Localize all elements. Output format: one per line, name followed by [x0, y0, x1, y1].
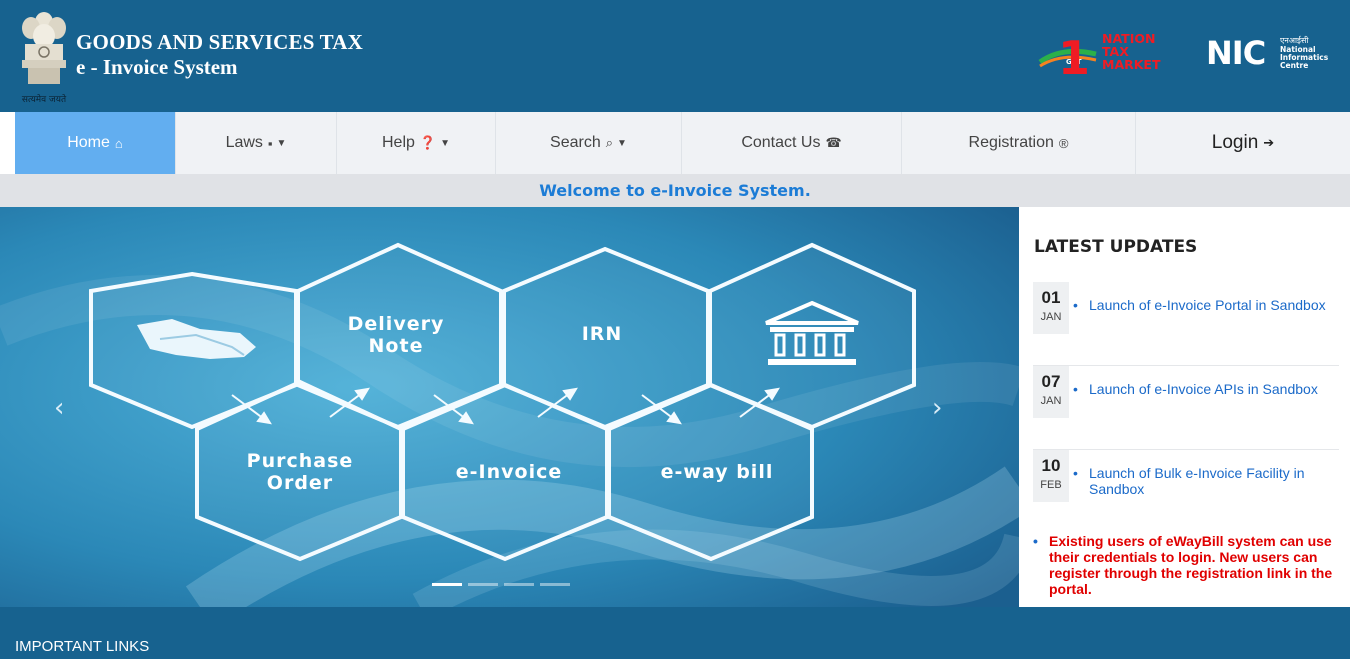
nav-laws-label: Laws: [225, 134, 263, 151]
update-link[interactable]: Launch of Bulk e-Invoice Facility in San…: [1073, 465, 1343, 497]
nav-contact-label: Contact Us: [741, 134, 821, 151]
label-purchase: Purchase: [247, 450, 354, 472]
label-delivery: Delivery: [348, 313, 445, 335]
carousel-indicator-3[interactable]: [504, 583, 534, 586]
date-day: 01: [1041, 288, 1061, 307]
sign-in-icon: ➔: [1263, 135, 1275, 150]
carousel-indicator-1[interactable]: [432, 583, 462, 586]
label-order: Order: [267, 472, 333, 494]
date-badge: 07 JAN: [1033, 366, 1069, 418]
nav-login-label: Login: [1211, 132, 1259, 153]
gst-logo-line-3: MARKET: [1102, 57, 1161, 72]
nav-search-label: Search: [550, 134, 601, 151]
latest-updates-title: LATEST UPDATES: [1034, 237, 1198, 257]
carousel-indicators: [432, 583, 570, 586]
nic-line-3: Centre: [1280, 61, 1308, 70]
update-item: 01 JAN Launch of e-Invoice Portal in San…: [1033, 282, 1339, 366]
nav-search[interactable]: Search ⌕ ▼: [496, 112, 682, 174]
carousel-next-chevron-right-icon[interactable]: ›: [932, 393, 942, 423]
date-day: 10: [1041, 456, 1061, 475]
login-notice: Existing users of eWayBill system can us…: [1033, 533, 1343, 597]
caret-down-icon: ▼: [440, 137, 450, 149]
brand-title-block: GOODS AND SERVICES TAX e - Invoice Syste…: [76, 30, 363, 80]
important-links-title: IMPORTANT LINKS: [15, 638, 150, 655]
briefcase-icon: ▪: [267, 135, 273, 151]
nic-logo[interactable]: NIC एनआईसी National Informatics Centre: [1206, 34, 1336, 72]
nav-login[interactable]: Login ➔: [1136, 112, 1350, 174]
date-badge: 01 JAN: [1033, 282, 1069, 334]
registered-icon: ®: [1058, 135, 1069, 151]
nav-home[interactable]: Home ⌂: [15, 112, 176, 174]
nav-registration[interactable]: Registration ®: [902, 112, 1136, 174]
nav-help-label: Help: [382, 134, 415, 151]
phone-icon: ☎: [825, 135, 842, 150]
gst-one-glyph: 1: [1058, 31, 1090, 74]
emblem-motto: सत्यमेव जयते: [21, 95, 67, 105]
latest-updates-panel: LATEST UPDATES 01 JAN Launch of e-Invoic…: [1019, 207, 1350, 607]
carousel-indicator-2[interactable]: [468, 583, 498, 586]
label-e-way-bill: e-way bill: [661, 461, 774, 483]
carousel-slide-graphic: Delivery Note IRN Purchase Order e-Invoi…: [0, 207, 1019, 607]
main-nav: Home ⌂ Laws ▪ ▼ Help ❓ ▼ Search ⌕ ▼ Cont…: [15, 112, 1350, 174]
update-item: 07 JAN Launch of e-Invoice APIs in Sandb…: [1033, 366, 1339, 450]
update-link[interactable]: Launch of e-Invoice APIs in Sandbox: [1073, 381, 1343, 397]
label-note: Note: [369, 335, 424, 357]
carousel-indicator-4[interactable]: [540, 583, 570, 586]
site-header: सत्यमेव जयते GOODS AND SERVICES TAX e - …: [0, 0, 1350, 112]
nic-hindi: एनआईसी: [1280, 35, 1309, 45]
one-nation-one-tax-logo[interactable]: GST 1 NATION TAX MARKET: [1036, 30, 1196, 74]
nav-registration-label: Registration: [968, 134, 1054, 151]
hero-carousel[interactable]: Delivery Note IRN Purchase Order e-Invoi…: [0, 207, 1019, 607]
date-day: 07: [1041, 372, 1061, 391]
national-emblem-logo[interactable]: सत्यमेव जयते: [14, 6, 74, 105]
caret-down-icon: ▼: [617, 137, 627, 149]
date-month: FEB: [1040, 479, 1062, 491]
nav-help[interactable]: Help ❓ ▼: [337, 112, 496, 174]
date-badge: 10 FEB: [1033, 450, 1069, 502]
nav-laws[interactable]: Laws ▪ ▼: [176, 112, 337, 174]
date-month: JAN: [1040, 311, 1062, 323]
nav-contact[interactable]: Contact Us ☎: [682, 112, 902, 174]
lion-capital-icon: [22, 12, 66, 84]
update-item: 10 FEB Launch of Bulk e-Invoice Facility…: [1033, 450, 1339, 534]
important-links-section: IMPORTANT LINKS: [0, 607, 1350, 659]
home-icon: ⌂: [114, 135, 123, 151]
caret-down-icon: ▼: [276, 137, 287, 149]
welcome-banner: Welcome to e-Invoice System.: [0, 174, 1350, 207]
site-title: GOODS AND SERVICES TAX: [76, 30, 364, 54]
carousel-prev-chevron-left-icon[interactable]: ‹: [54, 393, 64, 423]
search-plus-icon: ⌕: [605, 135, 614, 150]
label-irn: IRN: [582, 323, 623, 345]
nav-home-label: Home: [67, 134, 110, 151]
nic-logo-mark: NIC: [1206, 34, 1265, 72]
update-link[interactable]: Launch of e-Invoice Portal in Sandbox: [1073, 297, 1343, 313]
date-month: JAN: [1040, 395, 1062, 407]
site-subtitle: e - Invoice System: [76, 55, 238, 79]
label-e-invoice: e-Invoice: [456, 461, 562, 483]
question-circle-icon: ❓: [419, 135, 437, 150]
